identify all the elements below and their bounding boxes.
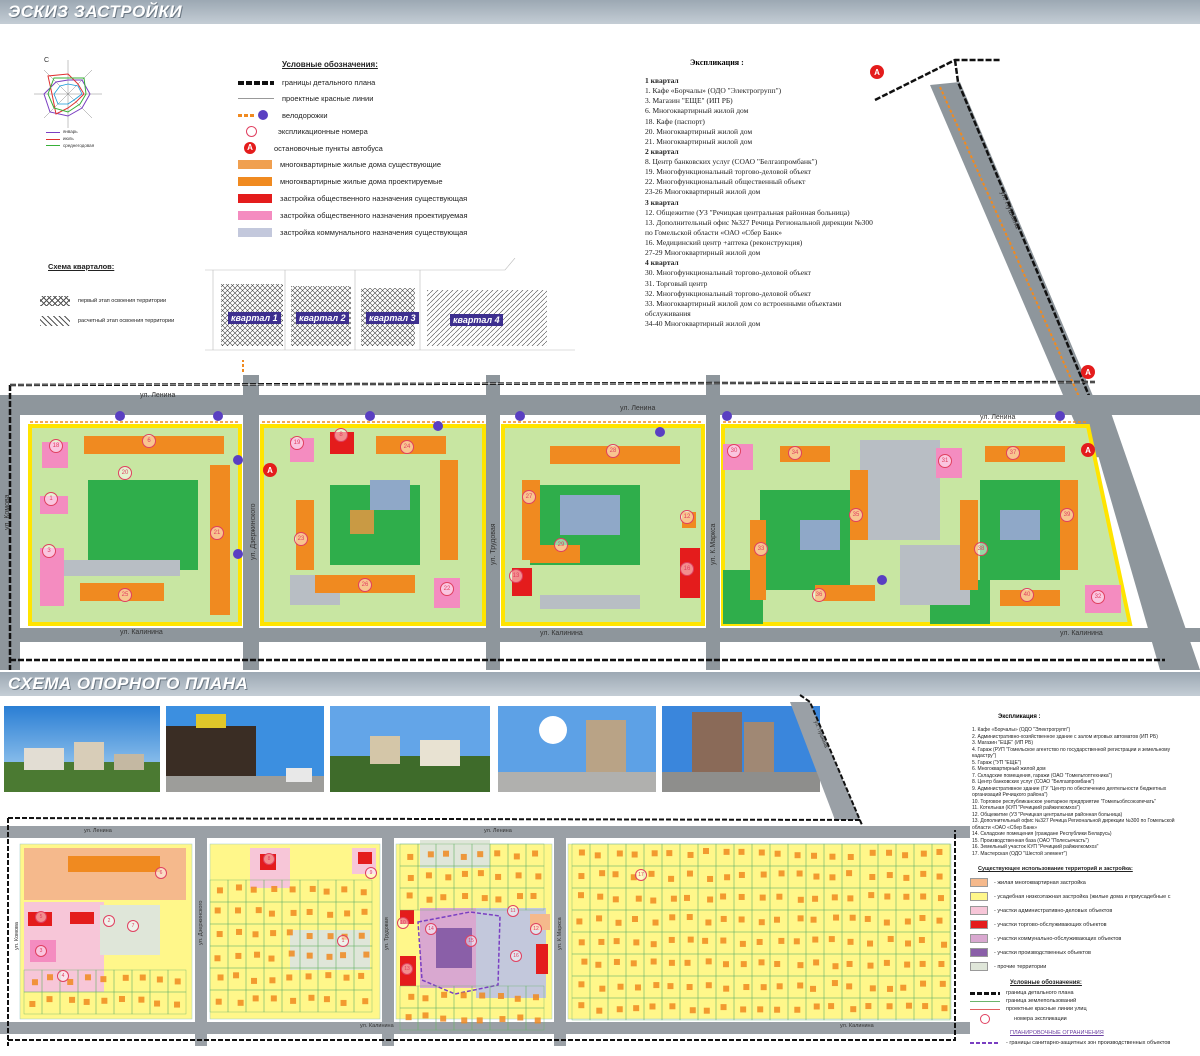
- explication2-item: 17. Мастерская (ОДО "Шестой элемент"): [972, 850, 1068, 857]
- explication-number: 16: [680, 562, 694, 576]
- legend2-item: - участки административно-деловых объект…: [970, 906, 1112, 915]
- explication-number: 32: [1091, 590, 1105, 604]
- section-header-sketch: ЭСКИЗ ЗАСТРОЙКИ: [0, 0, 1200, 24]
- explication-number: 16: [510, 950, 522, 962]
- explication-number: 27: [522, 490, 536, 504]
- legend2-item: - участки коммунально-обслуживающих объе…: [970, 934, 1121, 943]
- explication-number: 40: [1020, 588, 1034, 602]
- explication-number: 6: [142, 434, 156, 448]
- svg-text:А: А: [1085, 368, 1091, 377]
- explication-number: 11: [507, 905, 519, 917]
- explication-number: 6: [155, 867, 167, 879]
- street-label: ул. Калинина: [540, 630, 583, 637]
- explication-number: 12: [530, 923, 542, 935]
- explication-number: 36: [812, 588, 826, 602]
- explication-number: 31: [938, 454, 952, 468]
- legend-land-use: Существующее использование территорий и …: [970, 866, 1195, 1056]
- street-label: ул. Комова: [4, 494, 11, 530]
- street-label: ул. Ленина: [140, 392, 176, 399]
- explication-number: 34: [788, 446, 802, 460]
- street-label: ул. К.Маркса: [710, 523, 717, 565]
- legend2-item: - участки торгово-обслуживающих объектов: [970, 920, 1107, 929]
- svg-text:А: А: [874, 68, 880, 77]
- street-label: ул. Дзержинского: [198, 900, 204, 945]
- street-label: ул. Комова: [14, 922, 20, 950]
- explication-number: 14: [425, 923, 437, 935]
- explication-number: 3: [35, 945, 47, 957]
- explication2-item: 9. Административное здание (ГУ "Центр по…: [972, 785, 1167, 799]
- legend2-item: - прочие территории: [970, 962, 1046, 971]
- explication2-item: 13. Дополнительный офис №327 Речица Реги…: [972, 818, 1175, 831]
- explication-number: 3: [42, 544, 56, 558]
- street-label: ул. Ленина: [620, 405, 656, 412]
- explication-number: 17: [635, 869, 647, 881]
- explication-number: 19: [290, 436, 304, 450]
- explication-number: 7: [127, 920, 139, 932]
- explication-number: 13: [401, 963, 413, 975]
- explication-number: 8: [334, 428, 348, 442]
- legend2-item: - усадебная низкоэтажная застройка (жилы…: [970, 892, 1170, 901]
- explication-number: 12: [680, 510, 694, 524]
- street-label: ул. Ленина: [84, 828, 112, 834]
- explication-number: 20: [118, 466, 132, 480]
- explication-number: 33: [754, 542, 768, 556]
- explication-number: 35: [849, 508, 863, 522]
- explication-number: 37: [1006, 446, 1020, 460]
- section-title: ЭСКИЗ ЗАСТРОЙКИ: [8, 2, 183, 21]
- street-label: ул. Трудовая: [490, 523, 497, 565]
- explication-number: 23: [294, 532, 308, 546]
- sketch-map: А А А А: [0, 58, 1200, 670]
- explication-number: 39: [1060, 508, 1074, 522]
- street-label: ул. Ленина: [980, 414, 1016, 421]
- explication2-list: 1. Кафе «Борчалы» (ОДО "Электрогрупп") 2.…: [972, 727, 1194, 857]
- svg-text:А: А: [1085, 446, 1091, 455]
- explication-number: 5: [35, 911, 47, 923]
- explication-number: 25: [118, 588, 132, 602]
- explication-number: 1: [44, 492, 58, 506]
- explication-number: 22: [440, 582, 454, 596]
- street-label: ул. Дзержинского: [250, 503, 257, 561]
- explication-number: 2: [103, 915, 115, 927]
- explication-number: 15: [465, 935, 477, 947]
- explication-number: 38: [974, 542, 988, 556]
- explication-number: 13: [509, 569, 523, 583]
- legend2-item: - участки производственных объектов: [970, 948, 1091, 957]
- explication-number: 21: [210, 526, 224, 540]
- explication-number: 30: [727, 444, 741, 458]
- explication-number: 9: [365, 867, 377, 879]
- explication-number: 8: [263, 853, 275, 865]
- explication-number: 28: [606, 444, 620, 458]
- explication-number: 26: [358, 578, 372, 592]
- explication-number: 4: [57, 970, 69, 982]
- street-label: ул. Калинина: [1060, 630, 1103, 637]
- legend2-item: - жилая многоквартирная застройка: [970, 878, 1086, 887]
- explication2-title: Экспликация :: [998, 714, 1041, 720]
- explication-number: 29: [554, 538, 568, 552]
- explication-number: 10: [397, 917, 409, 929]
- svg-text:А: А: [267, 466, 273, 475]
- explication-number: 1: [337, 935, 349, 947]
- explication-number: 18: [49, 439, 63, 453]
- explication2-item: 4. Гараж (РУП "Гомельское агентство по г…: [972, 746, 1171, 760]
- street-label: ул. Калинина: [120, 629, 163, 636]
- street-label: ул. Калинина: [360, 1023, 394, 1029]
- street-label: ул. Калинина: [840, 1023, 874, 1029]
- street-label: ул. Ленина: [484, 828, 512, 834]
- street-label: ул. К.Маркса: [557, 917, 563, 950]
- explication-number: 24: [400, 440, 414, 454]
- street-label: ул. Трудовая: [384, 917, 390, 950]
